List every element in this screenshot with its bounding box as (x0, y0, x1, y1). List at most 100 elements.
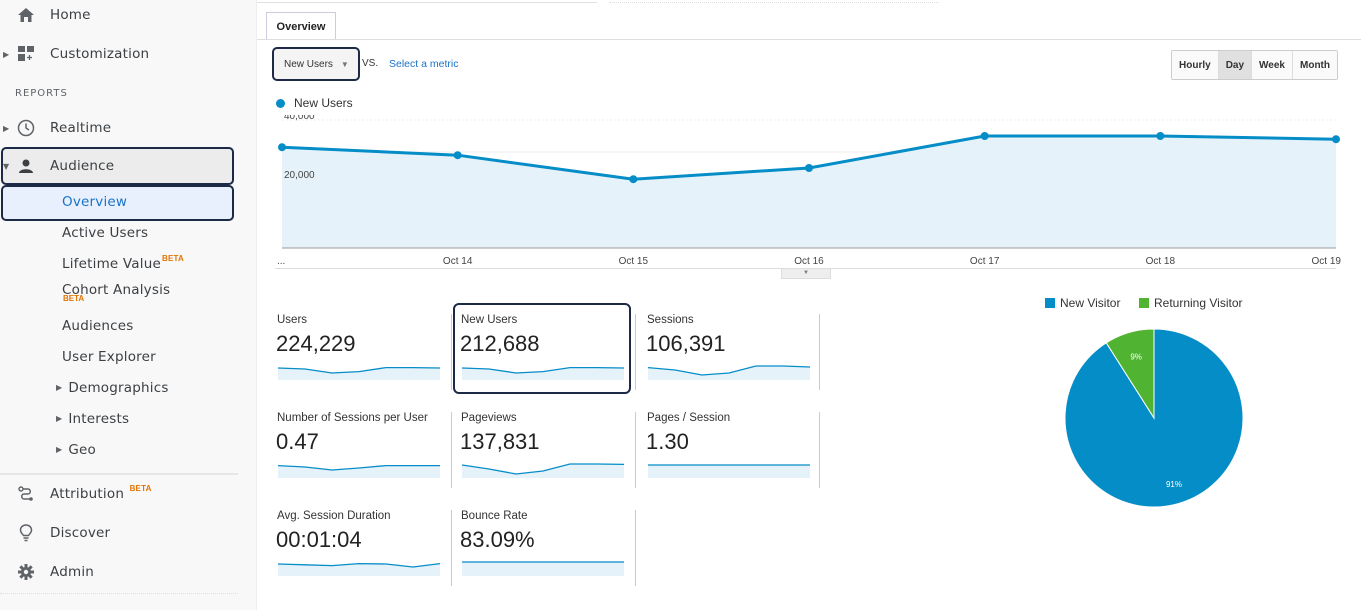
area-fill (282, 136, 1336, 248)
metric-card-value: 0.47 (276, 429, 319, 454)
y-tick-label: 40,000 (284, 115, 315, 122)
card-separator (635, 314, 636, 390)
sidebar-item-audiences[interactable]: Audiences (62, 318, 134, 334)
sparkline (462, 463, 624, 478)
beta-badge: BETA (162, 254, 184, 263)
expand-caret-icon[interactable]: ▶ (3, 124, 9, 133)
metric-card[interactable]: Pages / Session 1.30 (645, 404, 815, 494)
card-separator (451, 510, 452, 586)
vs-label: VS. (362, 58, 379, 69)
granularity-week-button[interactable]: Week (1251, 51, 1292, 79)
collapse-chart-button[interactable]: ▼ (781, 269, 831, 279)
metric-card-value: 224,229 (276, 331, 356, 356)
expand-caret-icon[interactable]: ▶ (3, 50, 9, 59)
data-point (278, 143, 286, 152)
top-toolbar-fragment (257, 0, 597, 3)
metric-card-value: 1.30 (646, 429, 689, 454)
metric-card[interactable]: Sessions 106,391 (645, 306, 815, 396)
sidebar-item-overview[interactable]: Overview (62, 194, 127, 210)
metric-card-title: Number of Sessions per User (277, 412, 428, 424)
x-tick-label: Oct 15 (619, 256, 649, 267)
metric-card[interactable]: Users 224,229 (275, 306, 445, 396)
data-point (1332, 135, 1340, 144)
tab-overview[interactable]: Overview (266, 12, 336, 40)
expand-caret-icon: ▶ (56, 414, 63, 423)
legend-dot-icon (276, 98, 285, 108)
metric-card-title: Pages / Session (647, 412, 731, 424)
data-point (980, 132, 989, 140)
x-tick-label: Oct 14 (443, 256, 473, 267)
beta-badge: BETA (63, 294, 85, 303)
sidebar-item-customization[interactable]: ▶ Customization (0, 36, 234, 72)
data-point (1156, 132, 1165, 140)
clock-icon (17, 119, 35, 137)
sidebar-item-audience[interactable]: ▼ Audience (0, 148, 234, 184)
legend-swatch-icon (1045, 298, 1055, 308)
legend-swatch-icon (1139, 298, 1149, 308)
sidebar-item-discover[interactable]: Discover (0, 515, 234, 551)
sparkline-area (462, 562, 624, 576)
granularity-toggle: Hourly Day Week Month (1171, 50, 1338, 80)
sidebar-item-attribution[interactable]: Attribution BETA (0, 476, 234, 512)
x-tick-label: Oct 16 (794, 256, 824, 267)
visitor-type-pie-chart: 91% 9% (1064, 328, 1244, 508)
sidebar-item-geo[interactable]: ▶ Geo (56, 442, 96, 458)
main-content: Overview New Users ▼ VS. Select a metric… (257, 0, 1361, 610)
sidebar-divider (0, 473, 238, 475)
sidebar-item-admin[interactable]: Admin (0, 554, 234, 590)
metric-card-value: 00:01:04 (276, 527, 362, 552)
sparkline (278, 464, 440, 478)
pie-slice-label: 91% (1166, 480, 1182, 489)
x-tick-label: Oct 17 (970, 256, 1000, 267)
home-icon (17, 6, 35, 24)
card-separator (451, 412, 452, 488)
metric-card-value: 106,391 (646, 331, 726, 356)
sidebar-item-realtime[interactable]: ▶ Realtime (0, 110, 234, 146)
sidebar-item-lifetime-value[interactable]: Lifetime ValueBETA (62, 254, 184, 272)
reports-section-label: REPORTS (15, 88, 68, 99)
sidebar-item-user-explorer[interactable]: User Explorer (62, 349, 156, 365)
sidebar-item-interests[interactable]: ▶ Interests (56, 411, 129, 427)
collapse-caret-icon[interactable]: ▼ (3, 162, 9, 171)
metric-card-title: Users (277, 314, 308, 326)
metric-card[interactable]: Bounce Rate 83.09% (459, 502, 629, 592)
granularity-day-button[interactable]: Day (1217, 51, 1252, 79)
y-tick-label: 20,000 (284, 170, 315, 181)
metric-card[interactable]: Avg. Session Duration 00:01:04 (275, 502, 445, 592)
granularity-month-button[interactable]: Month (1292, 51, 1337, 79)
sparkline (278, 562, 440, 576)
x-tick-label: Oct 19 (1312, 256, 1342, 267)
top-toolbar-fragment (609, 0, 939, 3)
card-separator (451, 314, 452, 390)
sparkline (462, 561, 624, 576)
tab-underline (257, 39, 1361, 40)
pie-legend-returning-visitor: Returning Visitor (1139, 296, 1243, 310)
expand-caret-icon: ▶ (56, 445, 63, 454)
beta-badge: BETA (129, 484, 152, 493)
dashboard-icon (17, 45, 35, 63)
metric-card[interactable]: Pageviews 137,831 (459, 404, 629, 494)
metric-dropdown[interactable]: New Users ▼ (272, 47, 360, 81)
metric-card-value: 137,831 (460, 429, 540, 454)
sidebar-item-home[interactable]: Home (0, 0, 234, 33)
metric-card-title: Pageviews (461, 412, 517, 424)
metric-card[interactable]: Number of Sessions per User 0.47 (275, 404, 445, 494)
expand-caret-icon: ▶ (56, 383, 63, 392)
card-separator (635, 510, 636, 586)
gear-icon (17, 563, 35, 581)
sidebar-item-demographics[interactable]: ▶ Demographics (56, 380, 169, 396)
sparkline-area (648, 465, 810, 478)
sidebar: Home ▶ Customization REPORTS ▶ Realtime … (0, 0, 257, 610)
granularity-hourly-button[interactable]: Hourly (1172, 51, 1218, 79)
card-separator (819, 314, 820, 390)
pie-slice-label: 9% (1130, 352, 1142, 361)
chevron-down-icon: ▼ (340, 59, 349, 69)
person-icon (17, 157, 35, 175)
sparkline (278, 366, 440, 380)
sidebar-item-active-users[interactable]: Active Users (62, 225, 148, 241)
new-users-line-chart: 40,000 20,000... Oct 14 Oct 15 Oct 16 Oct 17 O… (277, 115, 1342, 267)
metric-card-title: Avg. Session Duration (277, 510, 391, 522)
sidebar-divider (0, 593, 238, 594)
metric-card-title: Bounce Rate (461, 510, 528, 522)
select-metric-link[interactable]: Select a metric (389, 58, 458, 70)
